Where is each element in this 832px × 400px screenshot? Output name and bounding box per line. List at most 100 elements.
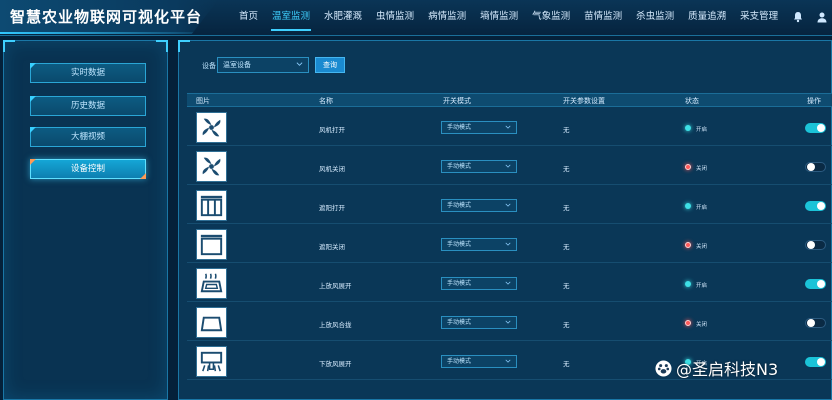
- mode-select-value: 手动模式: [447, 163, 472, 170]
- device-control-panel: 设备 温室设备 查询 图片 名称 开关模式 开关参数设置 状态 操作 风机打开 …: [178, 40, 832, 400]
- user-icon[interactable]: [816, 11, 828, 23]
- nav-item-management[interactable]: 采支管理: [733, 0, 785, 34]
- table-row: 遮阳关闭 手动模式 无 关闭: [187, 225, 832, 263]
- mode-select[interactable]: 手动模式: [441, 238, 517, 251]
- mode-select[interactable]: 手动模式: [441, 277, 517, 290]
- chevron-down-icon: [505, 164, 511, 168]
- header-params: 开关参数设置: [563, 97, 605, 105]
- row-status: 开启: [696, 283, 708, 289]
- top-vent-closed-icon: [196, 307, 227, 338]
- row-name: 上放风展开: [319, 282, 352, 290]
- row-name: 上放风合拢: [319, 321, 352, 329]
- row-params: 无: [563, 360, 570, 368]
- fan-icon: [196, 112, 227, 143]
- row-params: 无: [563, 165, 570, 173]
- device-select[interactable]: 温室设备: [217, 57, 309, 73]
- top-vent-open-icon: [196, 268, 227, 299]
- table-row: 上放风展开 手动模式 无 开启: [187, 264, 832, 302]
- header-name: 名称: [319, 97, 333, 105]
- device-toggle[interactable]: [805, 279, 826, 289]
- fan-icon: [196, 151, 227, 182]
- sidebar-item-device-control[interactable]: 设备控制: [30, 159, 146, 179]
- watermark: @圣启科技N3: [655, 357, 778, 379]
- mode-select-value: 手动模式: [447, 319, 472, 326]
- table-row: 风机打开 手动模式 无 开启: [187, 108, 832, 146]
- header-action: 操作: [807, 97, 821, 105]
- device-toggle[interactable]: [805, 318, 826, 328]
- query-button[interactable]: 查询: [315, 57, 345, 73]
- status-dot: [685, 164, 691, 170]
- nav-item-soil[interactable]: 墒情监测: [473, 0, 525, 34]
- header-icons: [792, 0, 828, 34]
- bell-icon[interactable]: [792, 11, 804, 23]
- mode-select-value: 手动模式: [447, 124, 472, 131]
- mode-select-value: 手动模式: [447, 358, 472, 365]
- mode-select-value: 手动模式: [447, 241, 472, 248]
- nav-item-traceability[interactable]: 质量追溯: [681, 0, 733, 34]
- nav-item-weather[interactable]: 气象监测: [525, 0, 577, 34]
- device-toggle[interactable]: [805, 123, 826, 133]
- device-toggle[interactable]: [805, 240, 826, 250]
- row-status: 开启: [696, 205, 708, 211]
- table-row: 风机关闭 手动模式 无 关闭: [187, 147, 832, 185]
- nav-item-home[interactable]: 首页: [232, 0, 265, 34]
- row-status: 关闭: [696, 166, 708, 172]
- chevron-down-icon: [505, 320, 511, 324]
- status-dot: [685, 281, 691, 287]
- row-params: 无: [563, 321, 570, 329]
- nav-item-insecticide[interactable]: 杀虫监测: [629, 0, 681, 34]
- chevron-down-icon: [505, 242, 511, 246]
- table-row: 遮阳打开 手动模式 无 开启: [187, 186, 832, 224]
- table-header: 图片 名称 开关模式 开关参数设置 状态 操作: [187, 93, 832, 107]
- device-filter-label: 设备: [202, 62, 216, 70]
- row-name: 风机关闭: [319, 165, 345, 173]
- row-params: 无: [563, 243, 570, 251]
- top-header: 智慧农业物联网可视化平台 首页 温室监测 水肥灌溉 虫情监测 病情监测 墒情监测…: [0, 0, 832, 36]
- device-toggle[interactable]: [805, 162, 826, 172]
- main-nav: 首页 温室监测 水肥灌溉 虫情监测 病情监测 墒情监测 气象监测 苗情监测 杀虫…: [232, 0, 785, 34]
- mode-select[interactable]: 手动模式: [441, 121, 517, 134]
- curtain-closed-icon: [196, 229, 227, 260]
- nav-item-irrigation[interactable]: 水肥灌溉: [317, 0, 369, 34]
- sidebar-item-history-data[interactable]: 历史数据: [30, 96, 146, 116]
- mode-select-value: 手动模式: [447, 280, 472, 287]
- row-params: 无: [563, 282, 570, 290]
- chevron-down-icon: [505, 203, 511, 207]
- sidebar-item-greenhouse-video[interactable]: 大棚视频: [30, 127, 146, 147]
- sidebar: 实时数据 历史数据 大棚视频 设备控制: [3, 40, 168, 400]
- header-status: 状态: [685, 97, 699, 105]
- device-toggle[interactable]: [805, 201, 826, 211]
- mode-select[interactable]: 手动模式: [441, 355, 517, 368]
- device-toggle[interactable]: [805, 357, 826, 367]
- status-dot: [685, 203, 691, 209]
- status-dot: [685, 125, 691, 131]
- sidebar-item-realtime-data[interactable]: 实时数据: [30, 63, 146, 83]
- row-status: 关闭: [696, 322, 708, 328]
- header-mode: 开关模式: [443, 97, 471, 105]
- chevron-down-icon: [505, 359, 511, 363]
- bottom-vent-open-icon: [196, 346, 227, 377]
- header-image: 图片: [196, 97, 210, 105]
- status-dot: [685, 242, 691, 248]
- row-name: 下放风展开: [319, 360, 352, 368]
- row-params: 无: [563, 126, 570, 134]
- device-select-value: 温室设备: [223, 61, 251, 69]
- row-name: 遮阳关闭: [319, 243, 345, 251]
- curtain-open-icon: [196, 190, 227, 221]
- mode-select[interactable]: 手动模式: [441, 316, 517, 329]
- nav-item-disease[interactable]: 病情监测: [421, 0, 473, 34]
- mode-select-value: 手动模式: [447, 202, 472, 209]
- app-title: 智慧农业物联网可视化平台: [10, 8, 203, 26]
- nav-item-greenhouse[interactable]: 温室监测: [265, 0, 317, 34]
- table-row: 上放风合拢 手动模式 无 关闭: [187, 303, 832, 341]
- mode-select[interactable]: 手动模式: [441, 199, 517, 212]
- chevron-down-icon: [505, 125, 511, 129]
- nav-item-seedling[interactable]: 苗情监测: [577, 0, 629, 34]
- watermark-text: @圣启科技N3: [676, 360, 779, 379]
- row-status: 关闭: [696, 244, 708, 250]
- status-dot: [685, 320, 691, 326]
- row-name: 遮阳打开: [319, 204, 345, 212]
- chevron-down-icon: [296, 62, 303, 66]
- mode-select[interactable]: 手动模式: [441, 160, 517, 173]
- nav-item-pest[interactable]: 虫情监测: [369, 0, 421, 34]
